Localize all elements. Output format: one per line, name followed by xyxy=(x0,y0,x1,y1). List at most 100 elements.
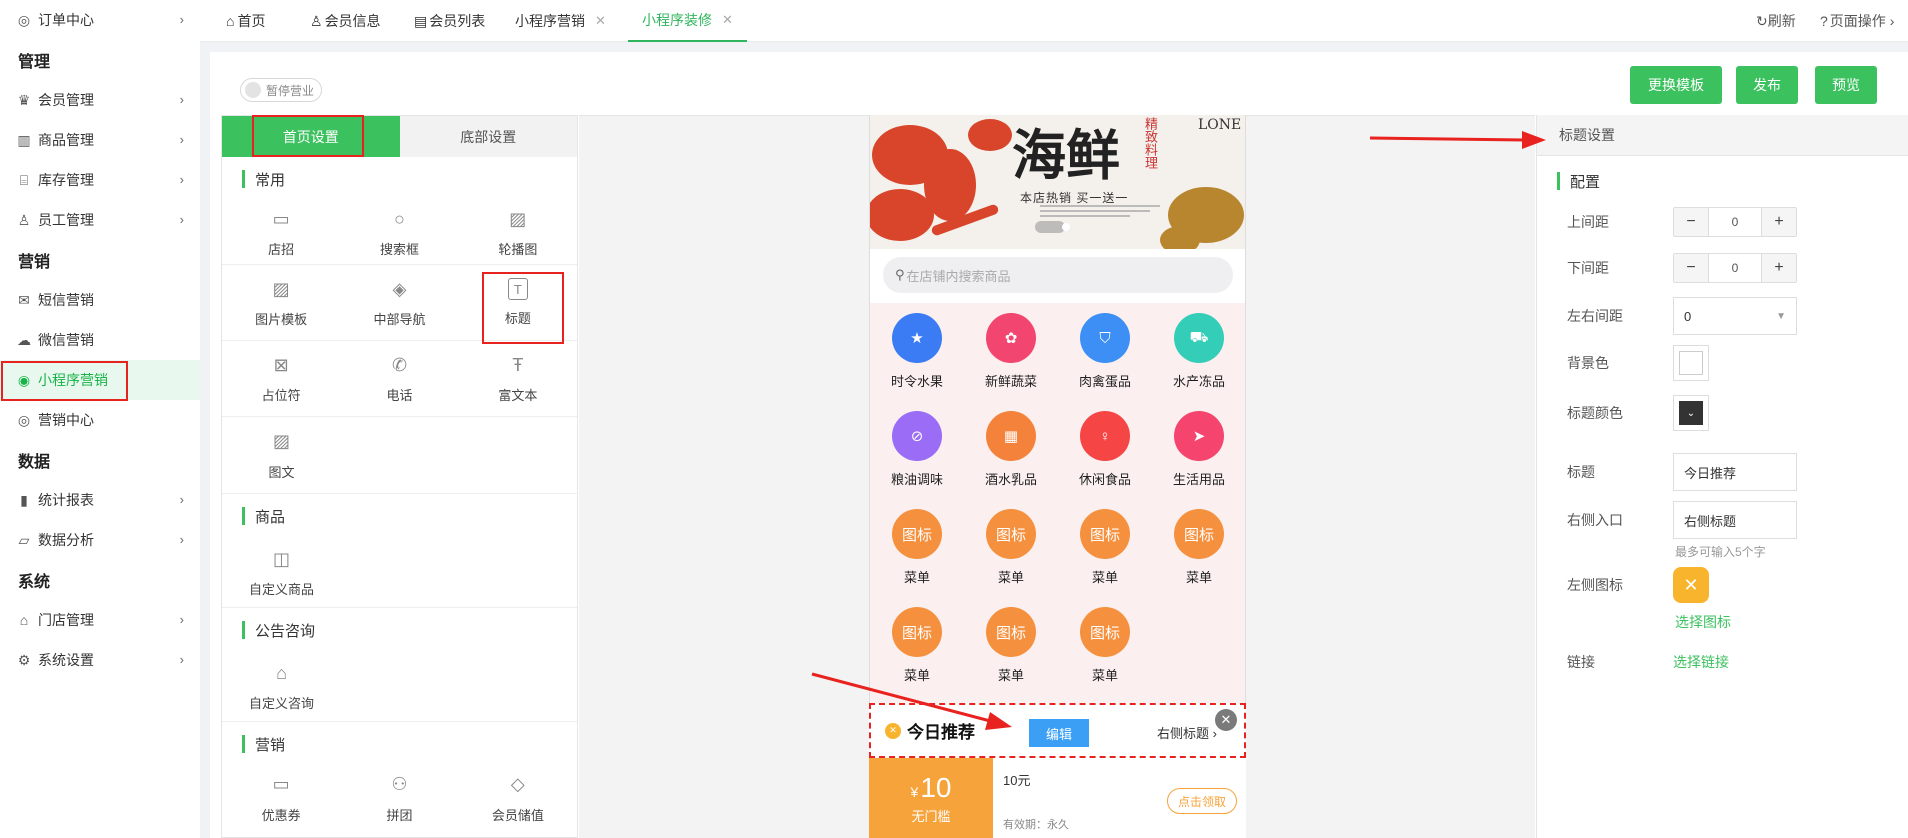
placeholder-icon: ⊠ xyxy=(273,354,289,375)
component-phone[interactable]: ✆ 电话 xyxy=(340,341,458,416)
phone-icon: ✆ xyxy=(391,354,408,375)
nav-item[interactable]: ★ 时令水果 xyxy=(870,313,964,390)
component-search[interactable]: ○ 搜索框 xyxy=(340,201,458,264)
nav-item[interactable]: ➤ 生活用品 xyxy=(1152,411,1245,488)
component-coupon[interactable]: ▭ 优惠券 xyxy=(222,766,340,830)
notice-icon: ⌂ xyxy=(276,662,287,683)
banner-carousel[interactable]: 海鲜 精致料理 本店热销 买一送一 LONE xyxy=(870,115,1245,249)
chevron-right-icon: › xyxy=(1889,13,1895,29)
refresh-icon: ↻ xyxy=(1756,12,1768,29)
rich-text-icon: Ŧ xyxy=(512,354,524,375)
nav-category-icon: ⛉ xyxy=(1080,313,1130,363)
nav-placeholder-icon: 图标 xyxy=(892,509,942,559)
margin-bottom-stepper[interactable]: −0 + xyxy=(1673,253,1797,283)
component-panel: 首页设置 底部设置 常用 ▭ 店招 ○ 搜索框 ▨ 轮播图 ▨ 图片模板 ◈ 中部导航 T… xyxy=(221,115,578,838)
nav-item[interactable]: ✿ 新鲜蔬菜 xyxy=(964,313,1058,390)
change-template-button[interactable]: 更换模板 xyxy=(1630,66,1722,104)
tab-member-info[interactable]: ♙ 会员信息 xyxy=(310,0,381,42)
choose-icon-link[interactable]: 选择图标 xyxy=(1675,612,1731,632)
right-entry-input[interactable]: 右侧标题 xyxy=(1673,501,1797,539)
component-group-buy[interactable]: ⚇ 拼团 xyxy=(340,766,458,830)
component-shop-sign[interactable]: ▭ 店招 xyxy=(222,201,340,264)
layers-icon: ◈ xyxy=(392,278,407,299)
bg-color-picker[interactable] xyxy=(1673,345,1709,381)
minus-icon[interactable]: − xyxy=(1674,208,1708,236)
claim-coupon-button[interactable]: 点击领取 xyxy=(1167,788,1237,814)
banner-title: 海鲜 xyxy=(1012,123,1120,187)
component-title[interactable]: T 标题 xyxy=(459,265,577,340)
sidebar-item[interactable]: ◎ 订单中心 › xyxy=(0,0,200,40)
nav-item[interactable]: ♀ 休闲食品 xyxy=(1058,411,1152,488)
nav-item[interactable]: ▦ 酒水乳品 xyxy=(964,411,1058,488)
bag-icon: ◫ xyxy=(272,548,290,569)
chevron-right-icon: › xyxy=(179,612,184,627)
component-custom-notice[interactable]: ⌂ 自定义咨询 xyxy=(222,652,341,721)
nav-item[interactable]: 图标 菜单 xyxy=(964,607,1058,684)
nav-item[interactable]: 图标 菜单 xyxy=(870,509,964,586)
sidebar-group: 营销 xyxy=(18,254,51,271)
publish-button[interactable]: 发布 xyxy=(1736,66,1798,104)
minus-icon[interactable]: − xyxy=(1674,254,1708,282)
component-custom-goods[interactable]: ◫ 自定义商品 xyxy=(222,538,341,607)
sidebar-item[interactable]: ▮ 统计报表 › xyxy=(0,480,200,520)
title-color-picker[interactable]: ⌄ xyxy=(1673,395,1709,431)
nav-item[interactable]: 图标 菜单 xyxy=(1058,607,1152,684)
coupon-amount: 10 xyxy=(920,771,952,803)
nav-category-icon: ★ xyxy=(892,313,942,363)
component-middle-nav[interactable]: ◈ 中部导航 xyxy=(340,265,458,340)
page-ops-button[interactable]: ? 页面操作 › xyxy=(1820,0,1894,42)
refresh-button[interactable]: ↻ 刷新 xyxy=(1756,0,1796,42)
nav-item[interactable]: 图标 菜单 xyxy=(1058,509,1152,586)
component-image-template[interactable]: ▨ 图片模板 xyxy=(222,265,340,340)
chevron-right-icon: › xyxy=(179,172,184,187)
margin-top-stepper[interactable]: −0 + xyxy=(1673,207,1797,237)
shop-sign-icon: ▭ xyxy=(272,208,290,229)
component-member-stored-value[interactable]: ◇ 会员储值 xyxy=(459,766,577,830)
tab-home-settings[interactable]: 首页设置 xyxy=(222,116,400,157)
sidebar-item[interactable]: ▥ 商品管理 › xyxy=(0,120,200,160)
nav-item[interactable]: 图标 菜单 xyxy=(964,509,1058,586)
nav-item[interactable]: ⛟ 水产冻品 xyxy=(1152,313,1245,390)
tab-home[interactable]: ⌂ 首页 xyxy=(226,0,265,42)
pause-toggle[interactable]: 暂停营业 xyxy=(240,78,322,102)
title-input[interactable]: 今日推荐 xyxy=(1673,453,1797,491)
sidebar-item[interactable]: ⚙ 系统设置 › xyxy=(0,640,200,680)
sidebar-item[interactable]: ⌸ 库存管理 › xyxy=(0,160,200,200)
tab-miniprogram-marketing[interactable]: 小程序营销 ✕ xyxy=(515,0,606,42)
lr-margin-select[interactable]: 0 ▼ xyxy=(1673,297,1797,335)
close-icon[interactable]: ✕ xyxy=(595,13,606,29)
sidebar-item[interactable]: ♛ 会员管理 › xyxy=(0,80,200,120)
sidebar-item[interactable]: ⌂ 门店管理 › xyxy=(0,600,200,640)
sidebar-item[interactable]: ♙ 员工管理 › xyxy=(0,200,200,240)
title-block-selected[interactable]: ✕ 今日推荐 编辑 右侧标题 › ✕ xyxy=(869,703,1246,758)
tab-miniprogram-decor[interactable]: 小程序装修 ✕ xyxy=(628,0,747,42)
nav-item[interactable]: ⊘ 粮油调味 xyxy=(870,411,964,488)
preview-button[interactable]: 预览 xyxy=(1815,66,1877,104)
nav-item[interactable]: ⛉ 肉禽蛋品 xyxy=(1058,313,1152,390)
nav-category-icon: ⛟ xyxy=(1174,313,1224,363)
coupon-left: ¥10 无门槛 xyxy=(869,758,993,838)
list-icon: ▤ xyxy=(414,12,428,29)
plus-icon[interactable]: + xyxy=(1762,208,1796,236)
sidebar-item[interactable]: ◎ 营销中心 xyxy=(0,400,200,440)
component-image-text[interactable]: ▨ 图文 xyxy=(222,417,341,493)
section-marketing: 营销 xyxy=(222,722,577,766)
component-placeholder[interactable]: ⊠ 占位符 xyxy=(222,341,340,416)
close-icon[interactable]: ✕ xyxy=(722,12,733,28)
nav-item[interactable]: 图标 菜单 xyxy=(1152,509,1245,586)
choose-link[interactable]: 选择链接 xyxy=(1673,652,1729,672)
component-rich-text[interactable]: Ŧ 富文本 xyxy=(459,341,577,416)
delete-block-icon[interactable]: ✕ xyxy=(1215,709,1237,731)
right-title-link[interactable]: 右侧标题 › xyxy=(1157,723,1217,742)
sidebar-item[interactable]: ◉ 小程序营销 xyxy=(0,360,200,400)
plus-icon[interactable]: + xyxy=(1762,254,1796,282)
tab-member-list[interactable]: ▤ 会员列表 xyxy=(414,0,485,42)
tab-bottom-settings[interactable]: 底部设置 xyxy=(399,116,577,157)
sidebar-item[interactable]: ✉ 短信营销 xyxy=(0,280,200,320)
search-input[interactable]: ⚲ 在店铺内搜索商品 xyxy=(883,257,1233,293)
component-carousel[interactable]: ▨ 轮播图 xyxy=(459,201,577,264)
sidebar-item[interactable]: ▱ 数据分析 › xyxy=(0,520,200,560)
sidebar-item[interactable]: ☁ 微信营销 xyxy=(0,320,200,360)
edit-button[interactable]: 编辑 xyxy=(1029,719,1089,747)
nav-item[interactable]: 图标 菜单 xyxy=(870,607,964,684)
